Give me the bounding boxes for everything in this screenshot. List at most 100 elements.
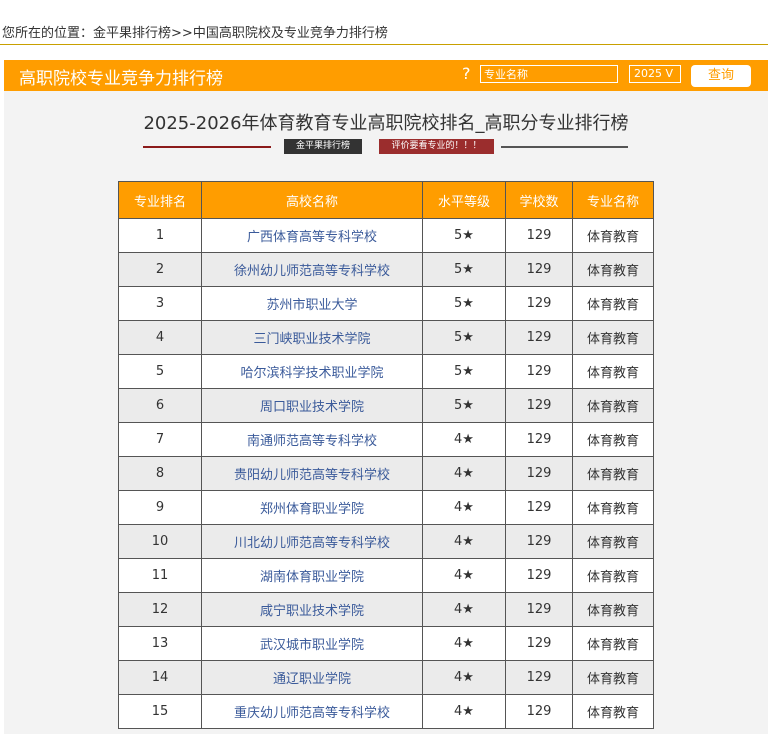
col-header-count: 学校数	[505, 181, 573, 219]
table-row: 3 苏州市职业大学 5★ 129 体育教育	[118, 286, 654, 321]
school-link[interactable]: 通辽职业学院	[201, 660, 423, 695]
major-cell: 体育教育	[572, 252, 654, 287]
title-divider-left	[143, 146, 271, 148]
level-cell: 4★	[422, 422, 506, 457]
major-cell: 体育教育	[572, 490, 654, 525]
school-link[interactable]: 咸宁职业技术学院	[201, 592, 423, 627]
rank-cell: 14	[118, 660, 202, 695]
breadcrumb-separator: >>	[171, 26, 193, 41]
col-header-major: 专业名称	[572, 181, 654, 219]
school-link[interactable]: 广西体育高等专科学校	[201, 218, 423, 253]
rank-cell: 15	[118, 694, 202, 729]
query-button[interactable]: 查询	[691, 65, 751, 87]
count-cell: 129	[505, 320, 573, 355]
level-cell: 4★	[422, 626, 506, 661]
table-row: 1 广西体育高等专科学校 5★ 129 体育教育	[118, 218, 654, 253]
rank-cell: 8	[118, 456, 202, 491]
ranking-table: 专业排名 高校名称 水平等级 学校数 专业名称 1 广西体育高等专科学校 5★ 129…	[118, 181, 654, 729]
help-icon[interactable]: ?	[462, 64, 471, 83]
major-cell: 体育教育	[572, 694, 654, 729]
table-row: 12 咸宁职业技术学院 4★ 129 体育教育	[118, 592, 654, 627]
chevron-down-icon: V	[665, 67, 674, 80]
breadcrumb: 您所在的位置：金平果排行榜>>中国高职院校及专业竞争力排行榜	[2, 22, 388, 41]
school-link[interactable]: 三门峡职业技术学院	[201, 320, 423, 355]
major-cell: 体育教育	[572, 456, 654, 491]
rank-cell: 10	[118, 524, 202, 559]
table-row: 10 川北幼儿师范高等专科学校 4★ 129 体育教育	[118, 524, 654, 559]
brand-badge: 金平果排行榜	[284, 139, 362, 154]
school-link[interactable]: 周口职业技术学院	[201, 388, 423, 423]
breadcrumb-divider	[0, 44, 768, 45]
major-cell: 体育教育	[572, 218, 654, 253]
count-cell: 129	[505, 354, 573, 389]
level-cell: 4★	[422, 490, 506, 525]
school-link[interactable]: 贵阳幼儿师范高等专科学校	[201, 456, 423, 491]
rank-cell: 6	[118, 388, 202, 423]
count-cell: 129	[505, 286, 573, 321]
table-row: 13 武汉城市职业学院 4★ 129 体育教育	[118, 626, 654, 661]
school-link[interactable]: 武汉城市职业学院	[201, 626, 423, 661]
rank-cell: 4	[118, 320, 202, 355]
count-cell: 129	[505, 218, 573, 253]
count-cell: 129	[505, 558, 573, 593]
school-link[interactable]: 重庆幼儿师范高等专科学校	[201, 694, 423, 729]
major-cell: 体育教育	[572, 558, 654, 593]
level-cell: 4★	[422, 456, 506, 491]
review-badge: 评价要看专业的！！！	[379, 139, 494, 154]
count-cell: 129	[505, 456, 573, 491]
breadcrumb-home-link[interactable]: 金平果排行榜	[93, 26, 171, 41]
level-cell: 5★	[422, 252, 506, 287]
major-search-input[interactable]	[480, 65, 618, 83]
ranking-panel: 2025-2026年体育教育专业高职院校排名_高职分专业排行榜 金平果排行榜 评…	[4, 91, 768, 734]
level-cell: 5★	[422, 218, 506, 253]
school-link[interactable]: 湖南体育职业学院	[201, 558, 423, 593]
ranking-table-body: 1 广西体育高等专科学校 5★ 129 体育教育 2 徐州幼儿师范高等专科学校 5★ 129 体育…	[118, 218, 654, 729]
col-header-school: 高校名称	[201, 181, 423, 219]
school-link[interactable]: 徐州幼儿师范高等专科学校	[201, 252, 423, 287]
level-cell: 5★	[422, 354, 506, 389]
count-cell: 129	[505, 626, 573, 661]
table-row: 2 徐州幼儿师范高等专科学校 5★ 129 体育教育	[118, 252, 654, 287]
table-row: 6 周口职业技术学院 5★ 129 体育教育	[118, 388, 654, 423]
level-cell: 4★	[422, 660, 506, 695]
count-cell: 129	[505, 490, 573, 525]
school-link[interactable]: 郑州体育职业学院	[201, 490, 423, 525]
rank-cell: 9	[118, 490, 202, 525]
year-select[interactable]: 2025 V	[629, 65, 681, 83]
breadcrumb-prefix: 您所在的位置：	[2, 26, 94, 41]
title-divider-right	[501, 146, 628, 148]
count-cell: 129	[505, 660, 573, 695]
school-link[interactable]: 苏州市职业大学	[201, 286, 423, 321]
table-row: 4 三门峡职业技术学院 5★ 129 体育教育	[118, 320, 654, 355]
rank-cell: 3	[118, 286, 202, 321]
table-row: 11 湖南体育职业学院 4★ 129 体育教育	[118, 558, 654, 593]
table-row: 14 通辽职业学院 4★ 129 体育教育	[118, 660, 654, 695]
rank-cell: 12	[118, 592, 202, 627]
table-row: 8 贵阳幼儿师范高等专科学校 4★ 129 体育教育	[118, 456, 654, 491]
major-cell: 体育教育	[572, 354, 654, 389]
major-cell: 体育教育	[572, 286, 654, 321]
major-cell: 体育教育	[572, 320, 654, 355]
page-title: 2025-2026年体育教育专业高职院校排名_高职分专业排行榜	[143, 113, 629, 134]
table-row: 9 郑州体育职业学院 4★ 129 体育教育	[118, 490, 654, 525]
rank-cell: 13	[118, 626, 202, 661]
major-cell: 体育教育	[572, 524, 654, 559]
table-row: 7 南通师范高等专科学校 4★ 129 体育教育	[118, 422, 654, 457]
table-header-row: 专业排名 高校名称 水平等级 学校数 专业名称	[118, 181, 654, 219]
school-link[interactable]: 川北幼儿师范高等专科学校	[201, 524, 423, 559]
major-cell: 体育教育	[572, 626, 654, 661]
breadcrumb-current: 中国高职院校及专业竞争力排行榜	[192, 26, 388, 41]
rank-cell: 2	[118, 252, 202, 287]
rank-cell: 1	[118, 218, 202, 253]
header-bar: 高职院校专业竞争力排行榜 ? 2025 V 查询	[4, 60, 768, 91]
level-cell: 5★	[422, 286, 506, 321]
count-cell: 129	[505, 694, 573, 729]
school-link[interactable]: 哈尔滨科学技术职业学院	[201, 354, 423, 389]
col-header-level: 水平等级	[422, 181, 506, 219]
school-link[interactable]: 南通师范高等专科学校	[201, 422, 423, 457]
rank-cell: 11	[118, 558, 202, 593]
major-cell: 体育教育	[572, 660, 654, 695]
table-row: 5 哈尔滨科学技术职业学院 5★ 129 体育教育	[118, 354, 654, 389]
level-cell: 4★	[422, 558, 506, 593]
count-cell: 129	[505, 252, 573, 287]
